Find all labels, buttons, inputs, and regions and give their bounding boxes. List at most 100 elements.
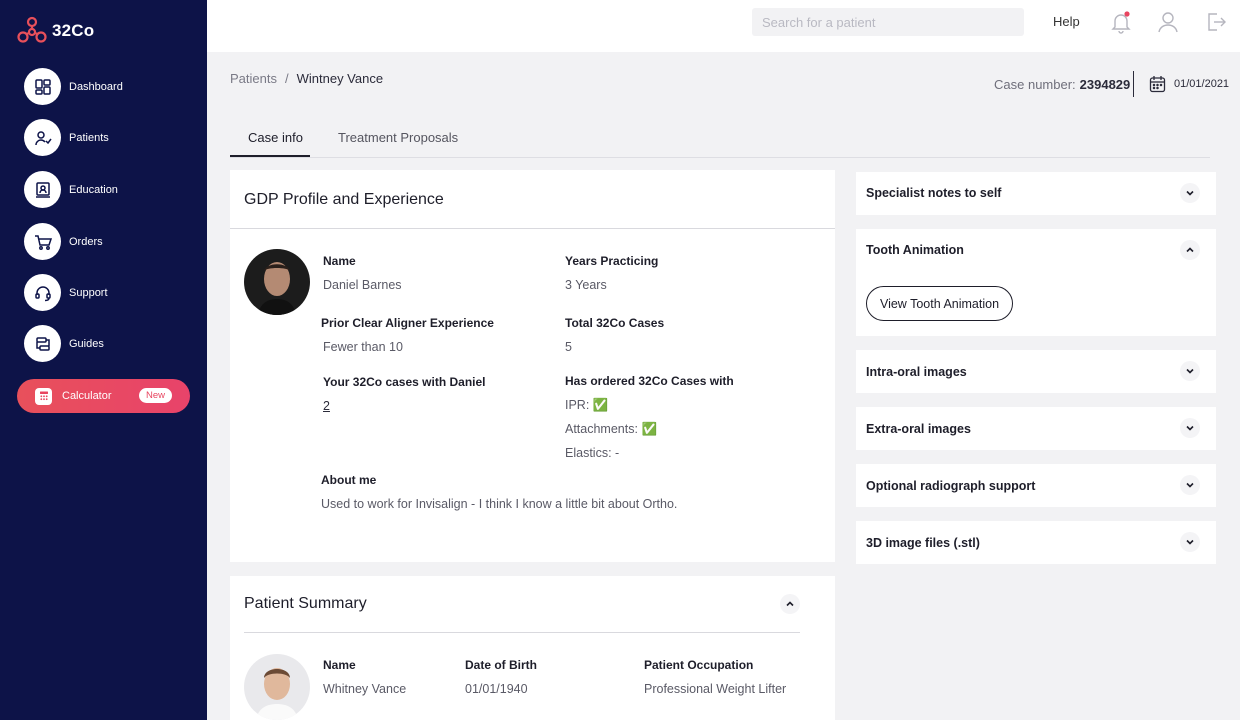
sidebar-item-guides[interactable]: Guides [24, 325, 104, 362]
collapse-button[interactable] [780, 594, 800, 614]
value-dob: 01/01/1940 [465, 682, 528, 696]
panel-title: 3D image files (.stl) [866, 536, 980, 550]
user-icon[interactable] [1157, 10, 1179, 34]
panel-tooth-animation: Tooth Animation View Tooth Animation [856, 229, 1216, 336]
panel-radiograph-support[interactable]: Optional radiograph support [856, 464, 1216, 507]
breadcrumb-patients[interactable]: Patients [230, 71, 277, 86]
panel-title: Specialist notes to self [866, 186, 1002, 200]
panel-intra-oral-images[interactable]: Intra-oral images [856, 350, 1216, 393]
sidebar-item-label: Support [69, 286, 108, 299]
panel-title: Extra-oral images [866, 422, 971, 436]
label-name: Name [323, 254, 356, 268]
panel-title: Optional radiograph support [866, 479, 1036, 493]
expand-button[interactable] [1180, 475, 1200, 495]
tab-bar: Case info Treatment Proposals [230, 120, 1210, 158]
case-date-value: 01/01/2021 [1174, 78, 1230, 90]
panel-extra-oral-images[interactable]: Extra-oral images [856, 407, 1216, 450]
breadcrumb-separator: / [284, 71, 289, 86]
view-tooth-animation-button[interactable]: View Tooth Animation [866, 286, 1013, 321]
chevron-up-icon [786, 601, 794, 607]
card-title: Patient Summary [244, 595, 367, 612]
divider [244, 632, 800, 633]
sidebar-item-label: Dashboard [69, 80, 123, 93]
value-about-me: Used to work for Invisalign - I think I … [321, 497, 678, 511]
case-number-value: 2394829 [1079, 77, 1131, 92]
sidebar-item-label: Calculator [62, 390, 112, 402]
logo-icon [17, 16, 47, 43]
sidebar-item-label: Patients [69, 131, 109, 144]
sidebar-item-education[interactable]: Education [24, 171, 118, 208]
panel-title: Tooth Animation [866, 243, 964, 257]
breadcrumb: Patients / Wintney Vance [230, 71, 383, 86]
sidebar-item-calculator[interactable]: Calculator New [17, 379, 190, 413]
label-name: Name [323, 658, 356, 672]
expand-button[interactable] [1180, 418, 1200, 438]
label-your-cases: Your 32Co cases with Daniel [323, 375, 486, 389]
label-years-practicing: Years Practicing [565, 254, 659, 268]
sidebar-item-orders[interactable]: Orders [24, 223, 103, 260]
value-occupation: Professional Weight Lifter [644, 682, 787, 696]
logo[interactable]: 32Co [16, 16, 94, 46]
chevron-down-icon [1186, 425, 1194, 431]
avatar [244, 249, 310, 315]
topbar: Help [207, 0, 1240, 52]
sidebar-item-label: Orders [69, 235, 103, 248]
guides-icon [24, 325, 61, 362]
label-ordered-cases: Has ordered 32Co Cases with [565, 374, 734, 388]
patient-summary-card: Patient Summary Name Whitney Vance Date … [230, 576, 835, 720]
chevron-down-icon [1186, 190, 1194, 196]
value-prior-experience: Fewer than 10 [323, 340, 403, 354]
logo-text: 32Co [52, 21, 95, 40]
panel-3d-image-files[interactable]: 3D image files (.stl) [856, 521, 1216, 564]
case-number: Case number: 2394829 [994, 77, 1130, 92]
headset-icon [24, 274, 61, 311]
sidebar-item-support[interactable]: Support [24, 274, 108, 311]
calculator-icon [35, 387, 52, 405]
chevron-down-icon [1186, 482, 1194, 488]
your-cases-link[interactable]: 2 [323, 399, 330, 413]
expand-button[interactable] [1180, 183, 1200, 203]
value-name: Daniel Barnes [323, 278, 402, 292]
tab-case-info[interactable]: Case info [248, 130, 303, 145]
sidebar-item-dashboard[interactable]: Dashboard [24, 68, 123, 105]
gdp-profile-card: GDP Profile and Experience Name Daniel B… [230, 170, 835, 562]
sidebar-item-label: Education [69, 183, 118, 196]
sidebar-item-label: Guides [69, 337, 104, 350]
value-name: Whitney Vance [323, 682, 407, 696]
expand-button[interactable] [1180, 361, 1200, 381]
collapse-button[interactable] [1180, 240, 1200, 260]
panel-specialist-notes[interactable]: Specialist notes to self [856, 172, 1216, 215]
education-icon [24, 171, 61, 208]
ordered-ipr: IPR: ✅ [565, 398, 609, 412]
value-years-practicing: 3 Years [565, 278, 607, 292]
patients-icon [24, 119, 61, 156]
check-icon: ✅ [592, 398, 609, 412]
case-date: 01/01/2021 [1149, 75, 1229, 93]
search-input[interactable] [752, 8, 1024, 36]
expand-button[interactable] [1180, 532, 1200, 552]
cart-icon [24, 223, 61, 260]
logout-icon[interactable] [1205, 10, 1227, 34]
avatar [244, 654, 310, 720]
help-link[interactable]: Help [1053, 14, 1080, 29]
label-about-me: About me [321, 473, 377, 487]
label-prior-experience: Prior Clear Aligner Experience [321, 316, 494, 330]
case-number-label: Case number: [994, 77, 1076, 92]
divider [230, 228, 835, 229]
panel-title: Intra-oral images [866, 365, 967, 379]
chevron-down-icon [1186, 368, 1194, 374]
divider [1133, 71, 1134, 97]
chevron-up-icon [1186, 247, 1194, 253]
bell-icon[interactable] [1110, 10, 1132, 34]
value-total-cases: 5 [565, 340, 572, 354]
label-total-cases: Total 32Co Cases [565, 316, 665, 330]
card-title: GDP Profile and Experience [244, 191, 444, 208]
check-icon: ✅ [641, 422, 658, 436]
label-occupation: Patient Occupation [644, 658, 754, 672]
sidebar: 32Co Dashboard Patients Education Orders… [0, 0, 207, 720]
tab-treatment-proposals[interactable]: Treatment Proposals [338, 130, 458, 145]
calendar-icon [1149, 76, 1166, 93]
sidebar-item-patients[interactable]: Patients [24, 119, 109, 156]
active-tab-indicator [230, 155, 310, 157]
ordered-attachments: Attachments: ✅ [565, 422, 658, 436]
